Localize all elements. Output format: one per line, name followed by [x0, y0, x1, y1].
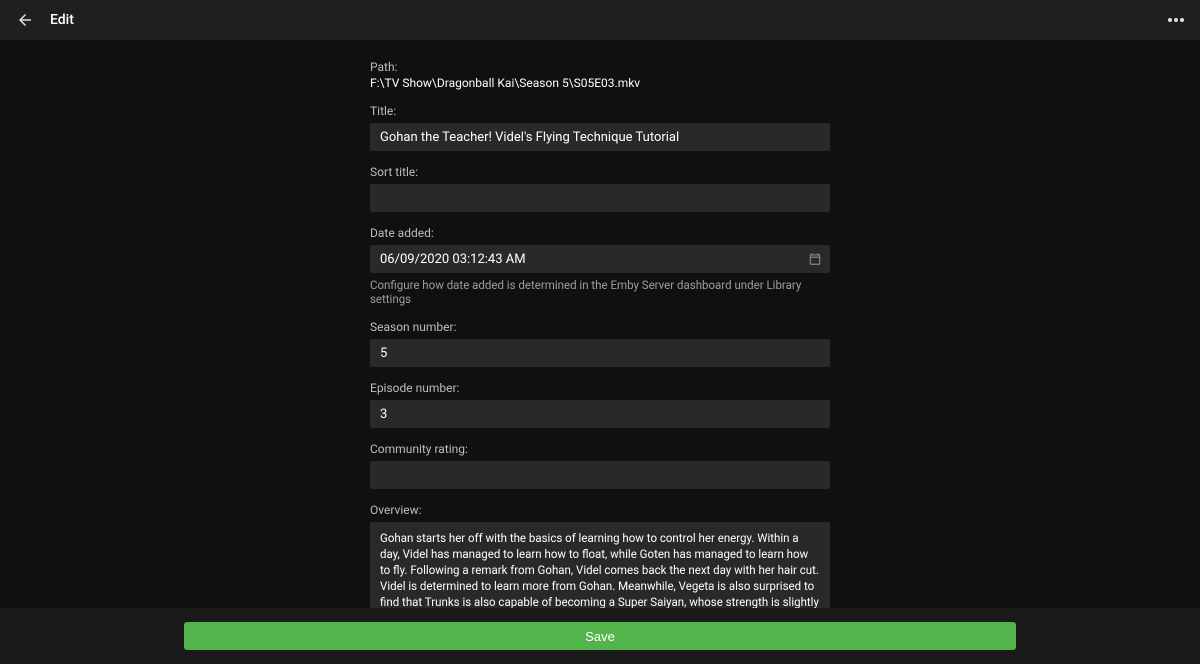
path-value: F:\TV Show\Dragonball Kai\Season 5\S05E0…: [370, 76, 830, 90]
episode-number-input[interactable]: [370, 400, 830, 428]
community-rating-group: Community rating:: [370, 442, 830, 489]
overview-group: Overview:: [370, 503, 830, 608]
sort-title-input[interactable]: [370, 184, 830, 212]
season-number-input[interactable]: [370, 339, 830, 367]
date-added-label: Date added:: [370, 226, 830, 240]
save-button[interactable]: Save: [184, 622, 1016, 650]
overview-label: Overview:: [370, 503, 830, 517]
episode-number-group: Episode number:: [370, 381, 830, 428]
header: Edit: [0, 0, 1200, 40]
community-rating-label: Community rating:: [370, 442, 830, 456]
date-added-group: Date added: Configure how date added is …: [370, 226, 830, 306]
season-number-label: Season number:: [370, 320, 830, 334]
title-input[interactable]: [370, 123, 830, 151]
form-container: Path: F:\TV Show\Dragonball Kai\Season 5…: [370, 60, 830, 608]
path-group: Path: F:\TV Show\Dragonball Kai\Season 5…: [370, 60, 830, 90]
header-left: Edit: [16, 11, 74, 29]
season-number-group: Season number:: [370, 320, 830, 367]
more-options-icon[interactable]: [1168, 18, 1184, 22]
page-title: Edit: [50, 12, 74, 28]
title-group: Title:: [370, 104, 830, 151]
title-label: Title:: [370, 104, 830, 118]
date-added-help: Configure how date added is determined i…: [370, 278, 830, 306]
episode-number-label: Episode number:: [370, 381, 830, 395]
community-rating-input[interactable]: [370, 461, 830, 489]
date-added-input[interactable]: [370, 245, 830, 273]
sort-title-label: Sort title:: [370, 165, 830, 179]
back-arrow-icon[interactable]: [16, 11, 34, 29]
path-label: Path:: [370, 60, 830, 74]
content-area: Path: F:\TV Show\Dragonball Kai\Season 5…: [0, 40, 1200, 608]
overview-textarea[interactable]: [370, 522, 830, 608]
sort-title-group: Sort title:: [370, 165, 830, 212]
footer: Save: [0, 608, 1200, 664]
